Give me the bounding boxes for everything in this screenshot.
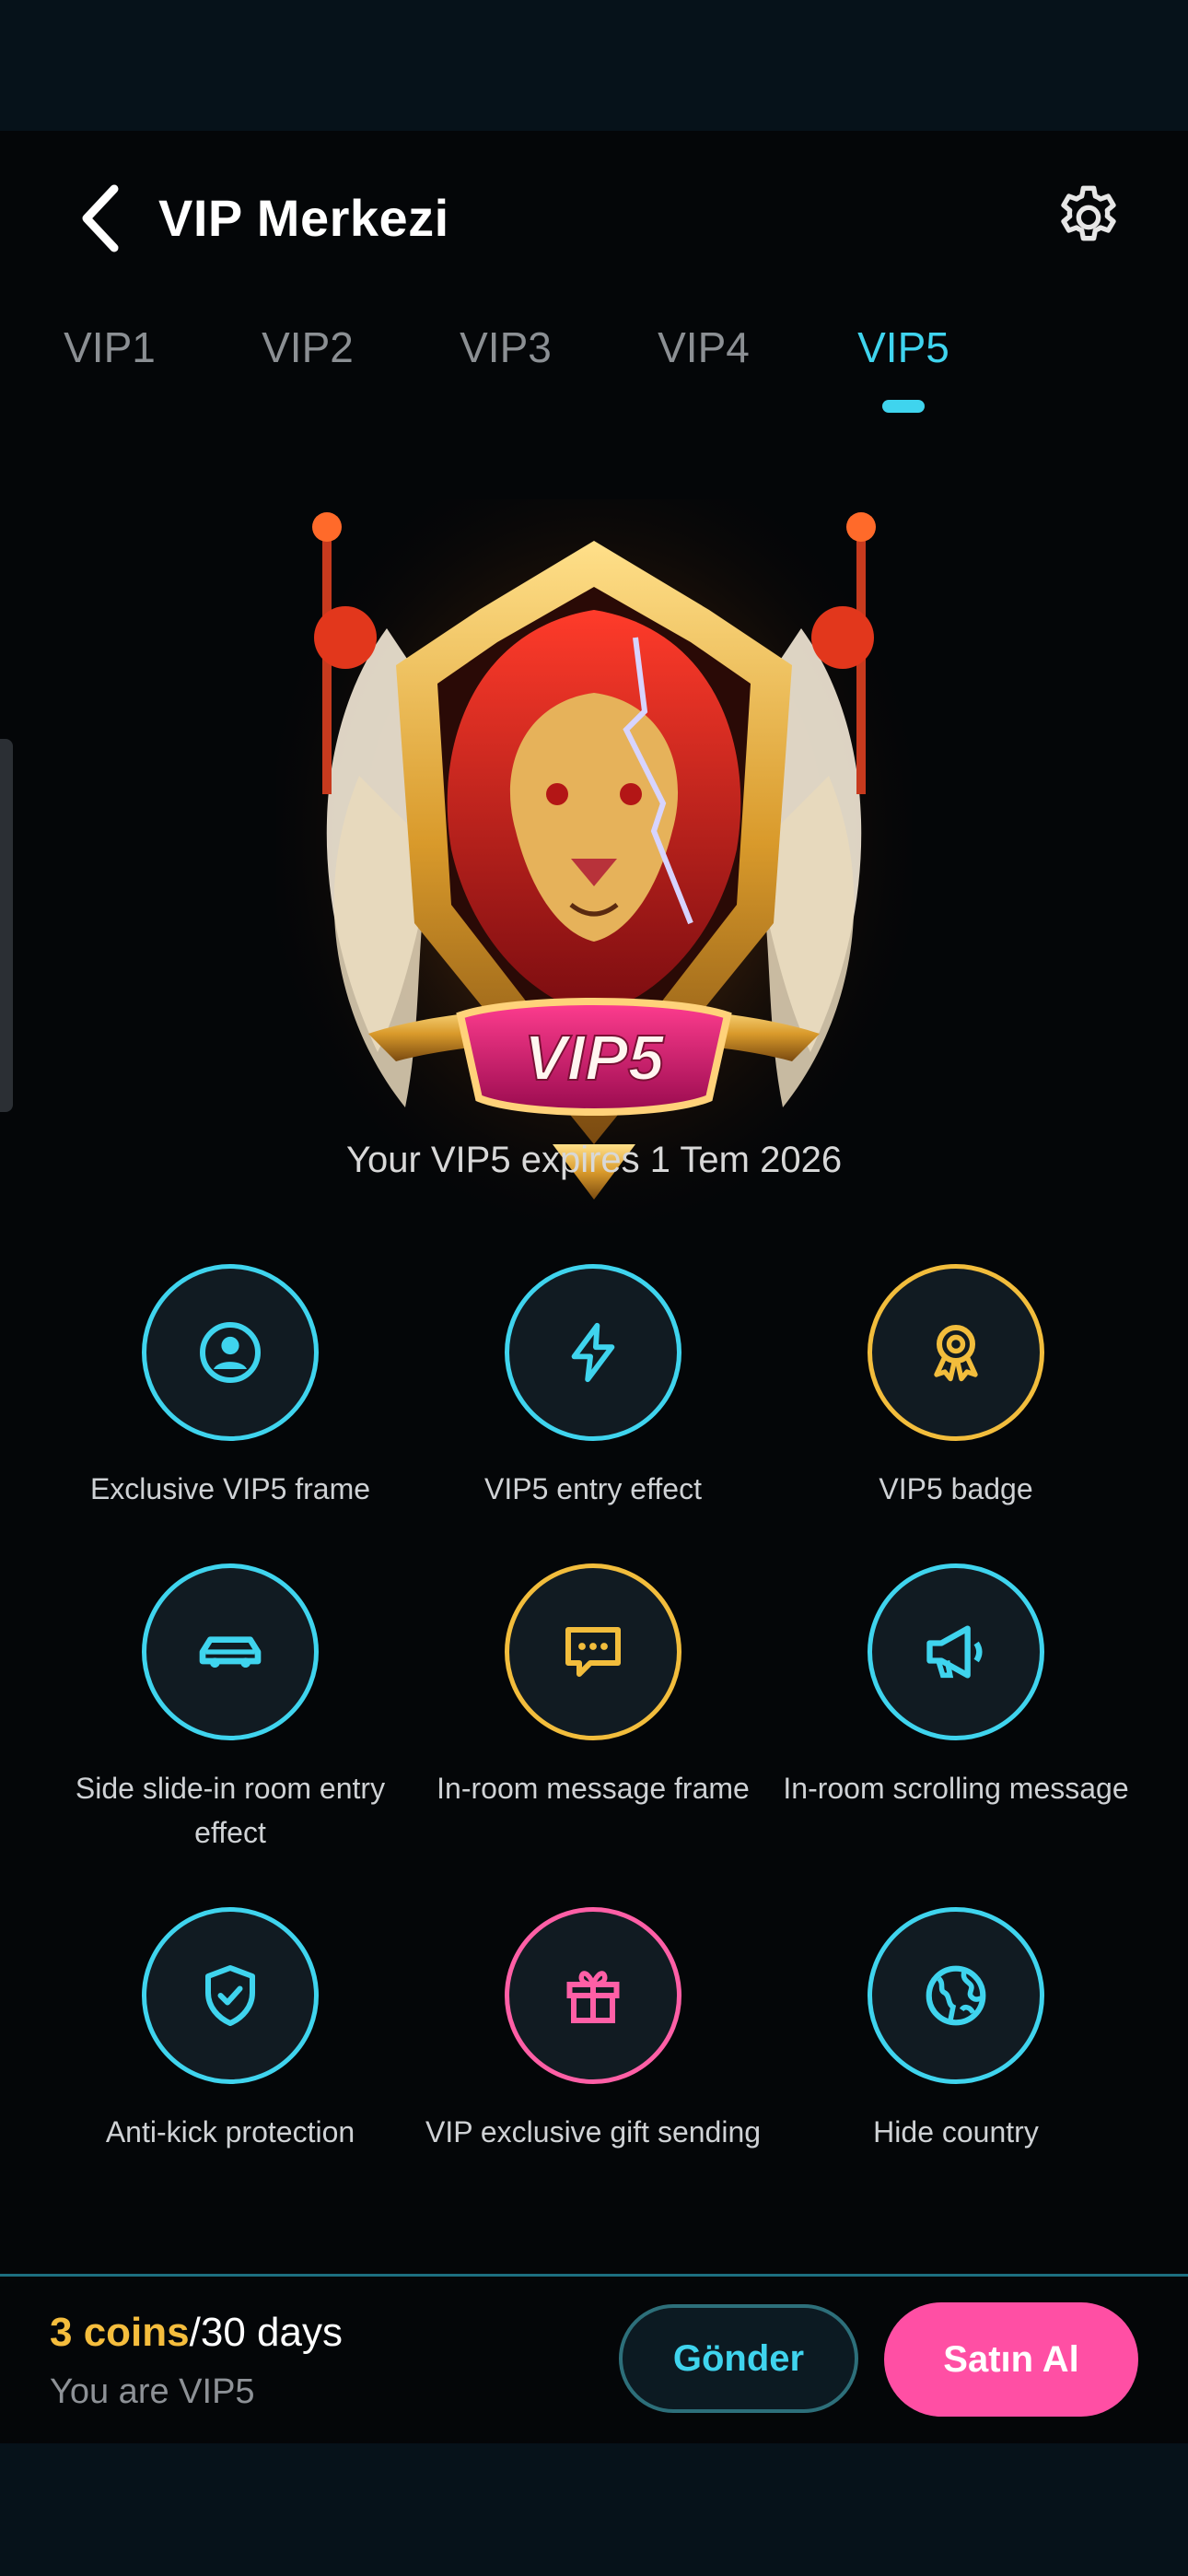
price-coins: 3 coins: [50, 2310, 190, 2355]
purchase-bar: 3 coins/30 days You are VIP5 Gönder Satı…: [0, 2274, 1188, 2443]
buy-button[interactable]: Satın Al: [884, 2302, 1138, 2417]
tab-label: VIP1: [64, 323, 156, 371]
tab-label: VIP2: [262, 323, 354, 371]
benefit-label: Side slide-in room entry effect: [75, 1772, 386, 1849]
tab-vip1[interactable]: VIP1: [36, 315, 183, 407]
benefit-label: In-room message frame: [437, 1772, 750, 1805]
benefit-circle: [505, 1907, 681, 2084]
tab-label: VIP5: [857, 323, 949, 371]
tab-label: VIP4: [658, 323, 750, 371]
vip-level-tabs: VIP1 VIP2 VIP3 VIP4 VIP5: [0, 315, 1188, 416]
globe-icon: [926, 1965, 986, 2026]
megaphone-icon: [926, 1625, 983, 1679]
benefit-circle: [142, 1264, 319, 1441]
user-frame-icon: [200, 1322, 261, 1383]
status-bar: [0, 0, 1188, 131]
active-tab-indicator: [882, 400, 925, 413]
shield-check-icon: [205, 1965, 255, 2026]
send-gift-button[interactable]: Gönder: [619, 2304, 858, 2413]
benefit-label: Anti-kick protection: [105, 2115, 355, 2149]
benefit-label: VIP exclusive gift sending: [425, 2115, 762, 2149]
chat-bubble-icon: [565, 1627, 621, 1677]
benefit-label: Exclusive VIP5 frame: [89, 1472, 371, 1505]
header: VIP Merkezi: [0, 131, 1188, 306]
benefit-label: Hide country: [873, 2115, 1039, 2149]
tab-vip3[interactable]: VIP3: [432, 315, 579, 407]
benefit-label: VIP5 badge: [879, 1472, 1033, 1505]
benefit-circle: [868, 1563, 1044, 1740]
benefit-circle: [142, 1907, 319, 2084]
benefit-circle: [505, 1563, 681, 1740]
gift-icon: [566, 1971, 620, 2023]
tab-vip5[interactable]: VIP5: [830, 315, 977, 407]
benefit-circle: [868, 1907, 1044, 2084]
tab-vip4[interactable]: VIP4: [630, 315, 777, 407]
settings-button[interactable]: [1050, 179, 1127, 256]
side-drawer-handle[interactable]: [0, 739, 13, 1112]
vip-status-text: You are VIP5: [50, 2372, 255, 2411]
benefit-label: VIP5 entry effect: [484, 1472, 702, 1505]
gear-icon: [1061, 185, 1116, 241]
chevron-left-icon: [82, 184, 119, 252]
benefit-circle: [505, 1264, 681, 1441]
benefit-label: In-room scrolling message: [783, 1772, 1129, 1805]
tab-label: VIP3: [460, 323, 552, 371]
price-text: 3 coins/30 days: [50, 2310, 343, 2356]
lightning-icon: [571, 1322, 615, 1383]
back-button[interactable]: [64, 177, 138, 260]
car-icon: [199, 1636, 262, 1668]
price-period: /30 days: [189, 2310, 343, 2355]
tab-vip2[interactable]: VIP2: [234, 315, 381, 407]
vip-expiry-text: Your VIP5 expires 1 Tem 2026: [345, 1140, 843, 1180]
page-title: VIP Merkezi: [158, 189, 449, 247]
award-ribbon-icon: [934, 1325, 978, 1382]
system-navigation-bar: [0, 2443, 1188, 2576]
crest-badge-text: VIP5: [524, 1022, 665, 1094]
benefit-circle: [868, 1264, 1044, 1441]
vip-center-screen: VIP Merkezi VIP1 VIP2 VIP3 VIP4 VIP5 VIP…: [0, 131, 1188, 2567]
benefit-circle: [142, 1563, 319, 1740]
